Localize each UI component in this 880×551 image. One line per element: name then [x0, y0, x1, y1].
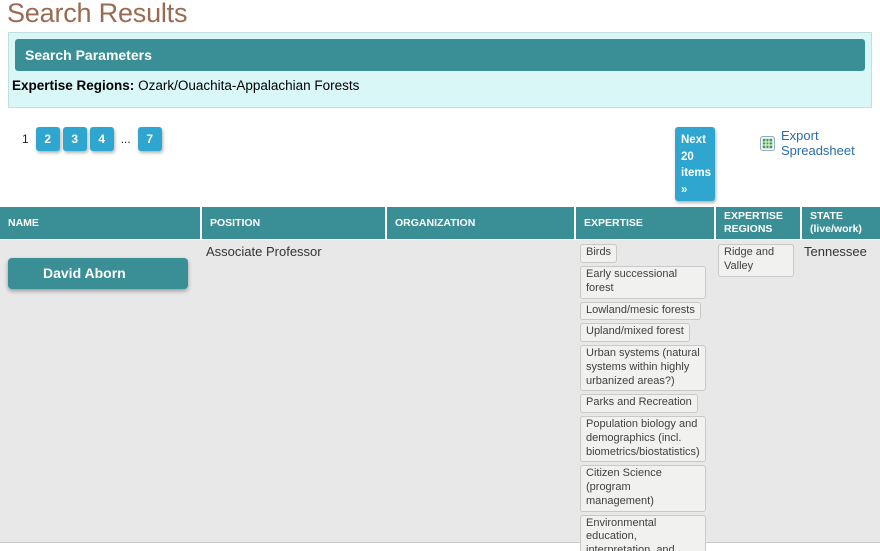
page-title: Search Results [7, 0, 187, 29]
expertise-cell: Birds Early successional forest Lowland/… [574, 240, 714, 542]
column-header-organization: ORGANIZATION [385, 207, 574, 239]
search-parameters-summary: Expertise Regions: Ozark/Ouachita-Appala… [12, 78, 865, 93]
expertise-tag: Lowland/mesic forests [580, 302, 701, 321]
search-parameters-header: Search Parameters [15, 39, 865, 71]
name-cell: David Aborn [0, 240, 200, 542]
page-button-2[interactable]: 2 [36, 127, 60, 151]
page-button-4[interactable]: 4 [90, 127, 114, 151]
expertise-tag: Urban systems (natural systems within hi… [580, 345, 706, 391]
expertise-regions-value: Ozark/Ouachita-Appalachian Forests [138, 78, 359, 93]
export-spreadsheet-link[interactable]: Export Spreadsheet [760, 128, 880, 158]
column-header-expertise: EXPERTISE [574, 207, 714, 239]
expertise-tag: Environmental education, interpretation,… [580, 515, 706, 551]
page-number-current: 1 [18, 132, 33, 146]
column-header-position: POSITION [200, 207, 385, 239]
result-name-button[interactable]: David Aborn [8, 258, 188, 289]
state-cell: Tennessee [800, 240, 880, 542]
expertise-regions-cell: Ridge and Valley [714, 240, 800, 542]
table-row: David Aborn Associate Professor Birds Ea… [0, 240, 880, 543]
next-20-items-button[interactable]: Next 20 items » [675, 127, 715, 201]
export-spreadsheet-label: Export Spreadsheet [781, 128, 880, 158]
column-header-state: STATE (live/work) [800, 207, 880, 239]
spreadsheet-icon [760, 136, 775, 151]
pagination: 1 2 3 4 ... 7 [18, 127, 162, 151]
expertise-tag: Parks and Recreation [580, 394, 698, 413]
expertise-tag: Early successional forest [580, 266, 706, 299]
organization-cell [385, 240, 574, 542]
position-cell: Associate Professor [200, 240, 385, 542]
pagination-ellipsis: ... [117, 132, 135, 146]
expertise-tag: Birds [580, 244, 617, 263]
column-header-expertise-regions: EXPERTISE REGIONS [714, 207, 800, 239]
expertise-tag: Upland/mixed forest [580, 323, 690, 342]
search-parameters-panel: Search Parameters Expertise Regions: Oza… [8, 32, 872, 108]
expertise-region-tag: Ridge and Valley [718, 244, 794, 277]
expertise-tag: Citizen Science (program management) [580, 465, 706, 511]
expertise-regions-label: Expertise Regions: [12, 78, 134, 93]
search-results-page: Search Results Search Parameters Experti… [0, 0, 880, 551]
page-button-3[interactable]: 3 [63, 127, 87, 151]
table-header-row: NAME POSITION ORGANIZATION EXPERTISE EXP… [0, 207, 880, 239]
results-table: NAME POSITION ORGANIZATION EXPERTISE EXP… [0, 207, 880, 543]
column-header-name: NAME [0, 207, 200, 239]
expertise-tag: Population biology and demographics (inc… [580, 416, 706, 462]
page-button-7[interactable]: 7 [138, 127, 162, 151]
